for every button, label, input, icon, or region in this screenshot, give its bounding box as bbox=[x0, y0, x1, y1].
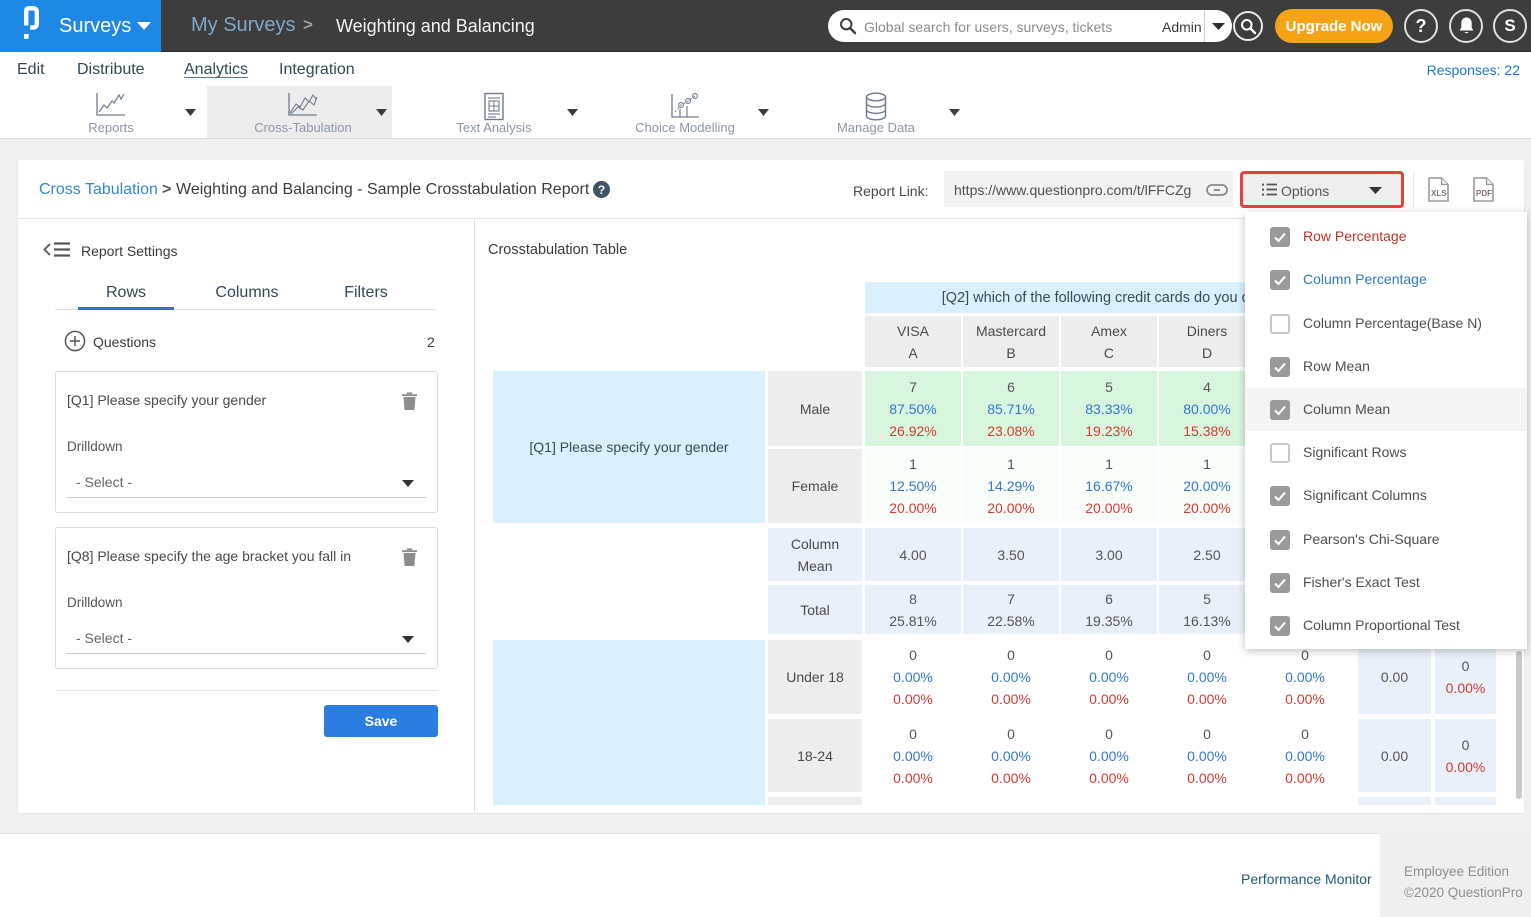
svg-text:PDF: PDF bbox=[1476, 189, 1492, 198]
svg-text:XLS: XLS bbox=[1431, 189, 1447, 198]
